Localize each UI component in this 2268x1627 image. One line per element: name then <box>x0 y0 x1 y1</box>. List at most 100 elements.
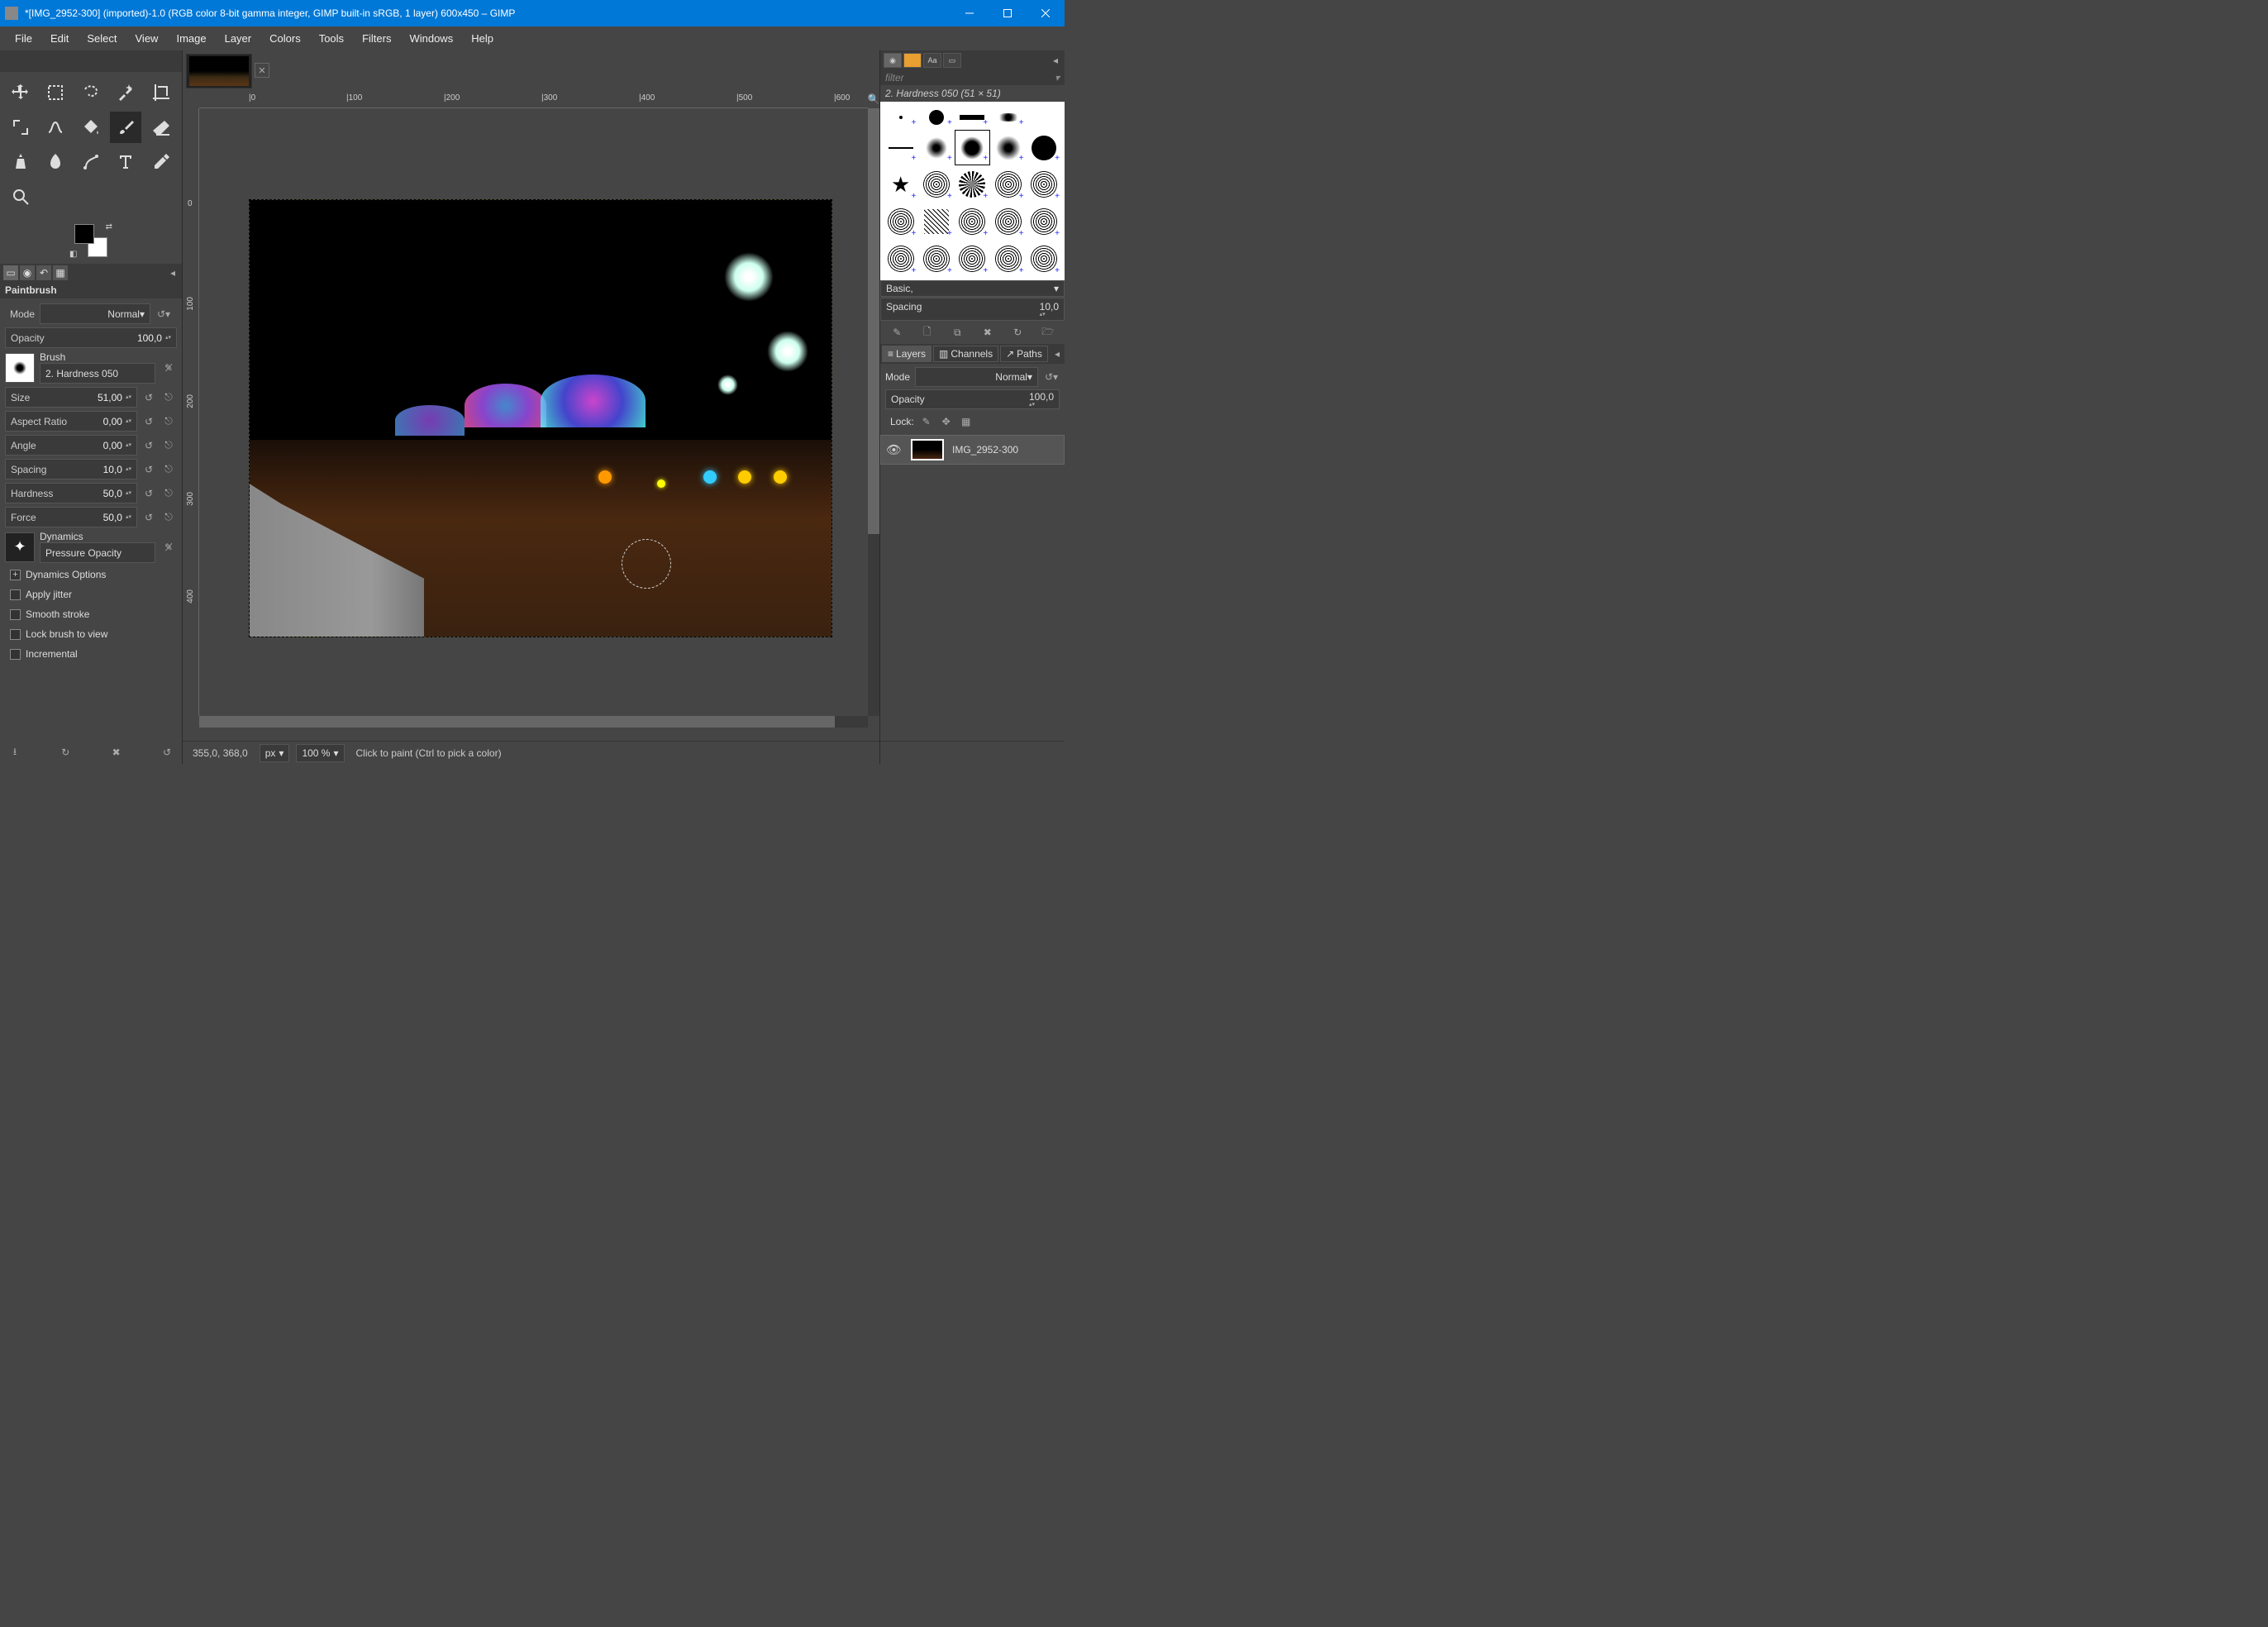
maximize-button[interactable] <box>989 0 1027 26</box>
menu-windows[interactable]: Windows <box>401 29 461 48</box>
size-link-icon[interactable]: ⎋ <box>160 389 177 406</box>
unit-select[interactable]: px▾ <box>260 744 290 762</box>
close-tab-icon[interactable]: ✕ <box>255 63 269 78</box>
brush-refresh-icon[interactable]: ↻ <box>1009 324 1026 341</box>
spacing-slider[interactable]: Spacing 10,0▴▾ <box>5 459 137 480</box>
tool-options-tab[interactable]: ▭ <box>3 265 18 280</box>
brushes-tab-menu-icon[interactable]: ◂ <box>1050 55 1061 66</box>
dynamics-edit-icon[interactable]: ✎̸ <box>160 539 177 556</box>
zoom-tool[interactable] <box>5 181 36 212</box>
hardness-slider[interactable]: Hardness 50,0▴▾ <box>5 483 137 503</box>
brush-new-icon[interactable]: 🗋 <box>919 324 936 341</box>
force-slider[interactable]: Force 50,0▴▾ <box>5 507 137 527</box>
brush-item[interactable]: + <box>991 131 1025 165</box>
force-reset-icon[interactable]: ↺ <box>141 509 157 526</box>
brush-item[interactable]: ★+ <box>884 166 917 202</box>
menu-view[interactable]: View <box>127 29 167 48</box>
default-colors-icon[interactable]: ◧ <box>69 250 77 259</box>
brush-item[interactable]: + <box>919 204 953 240</box>
brush-item[interactable]: + <box>884 131 917 165</box>
brush-item[interactable]: + <box>1027 131 1061 165</box>
text-tool[interactable] <box>110 146 141 178</box>
dynamics-options-expander[interactable]: Dynamics Options <box>5 566 177 583</box>
close-button[interactable] <box>1027 0 1065 26</box>
paintbrush-tool[interactable] <box>110 112 141 143</box>
menu-edit[interactable]: Edit <box>42 29 77 48</box>
zoom-fit-icon[interactable]: 🔍 <box>868 93 879 105</box>
brush-preset-select[interactable]: Basic,▾ <box>880 280 1065 297</box>
mode-select[interactable]: Normal▾ <box>40 303 150 324</box>
history-tab[interactable]: ▭ <box>943 53 961 68</box>
restore-preset-icon[interactable]: ↻ <box>57 744 74 761</box>
clone-tool[interactable] <box>5 146 36 178</box>
menu-colors[interactable]: Colors <box>261 29 309 48</box>
brush-item[interactable]: + <box>1027 204 1061 240</box>
dynamics-select[interactable]: Pressure Opacity <box>40 542 155 563</box>
paths-tab[interactable]: ↗Paths <box>1000 346 1048 362</box>
brush-item[interactable]: + <box>955 166 989 202</box>
horizontal-ruler[interactable]: |0 |100 |200 |300 |400 |500 |600 <box>199 92 868 108</box>
lock-pixels-icon[interactable]: ✎ <box>919 414 934 429</box>
brush-item[interactable]: + <box>991 166 1025 202</box>
fonts-tab[interactable]: Aa <box>923 53 941 68</box>
menu-file[interactable]: File <box>7 29 40 48</box>
brush-item[interactable]: + <box>991 241 1025 277</box>
fuzzy-select-tool[interactable] <box>110 77 141 108</box>
incremental-checkbox[interactable]: Incremental <box>5 646 177 662</box>
layer-thumbnail[interactable] <box>911 439 944 460</box>
brush-select[interactable]: 2. Hardness 050 <box>40 363 155 384</box>
menu-help[interactable]: Help <box>463 29 502 48</box>
brush-item[interactable]: + <box>955 204 989 240</box>
brush-item[interactable]: + <box>1027 166 1061 202</box>
brush-edit-icon[interactable]: ✎ <box>889 324 905 341</box>
brush-filter[interactable]: filter▾ <box>880 70 1065 85</box>
channels-tab[interactable]: ▥Channels <box>933 346 998 362</box>
brush-preview[interactable] <box>5 353 35 383</box>
mode-reset-icon[interactable]: ↺▾ <box>155 306 172 322</box>
document-tab[interactable]: ✕ <box>186 54 252 88</box>
swap-colors-icon[interactable]: ⇄ <box>106 222 112 231</box>
reset-preset-icon[interactable]: ↺ <box>159 744 175 761</box>
brush-item[interactable]: + <box>919 131 953 165</box>
tab-menu-icon[interactable]: ◂ <box>167 267 179 279</box>
minimize-button[interactable] <box>951 0 989 26</box>
free-select-tool[interactable] <box>75 77 107 108</box>
brush-item[interactable] <box>1027 105 1061 129</box>
apply-jitter-checkbox[interactable]: Apply jitter <box>5 586 177 603</box>
hardness-link-icon[interactable]: ⎋ <box>160 485 177 502</box>
brush-item[interactable]: + <box>884 204 917 240</box>
crop-tool[interactable] <box>145 77 177 108</box>
brush-item[interactable]: + <box>991 204 1025 240</box>
brush-item[interactable]: + <box>1027 241 1061 277</box>
brush-item[interactable]: + <box>991 105 1025 129</box>
brush-spacing-slider[interactable]: Spacing 10,0▴▾ <box>880 298 1065 321</box>
device-status-tab[interactable]: ◉ <box>20 265 35 280</box>
move-tool[interactable] <box>5 77 36 108</box>
lock-position-icon[interactable]: ✥ <box>939 414 954 429</box>
size-reset-icon[interactable]: ↺ <box>141 389 157 406</box>
spacing-link-icon[interactable]: ⎋ <box>160 461 177 478</box>
angle-link-icon[interactable]: ⎋ <box>160 437 177 454</box>
layers-tab-menu-icon[interactable]: ◂ <box>1051 348 1063 360</box>
transform-tool[interactable] <box>5 112 36 143</box>
menu-select[interactable]: Select <box>79 29 125 48</box>
menu-image[interactable]: Image <box>168 29 214 48</box>
brush-item[interactable]: + <box>884 241 917 277</box>
smudge-tool[interactable] <box>40 146 71 178</box>
brush-item[interactable]: + <box>919 105 953 129</box>
bucket-fill-tool[interactable] <box>75 112 107 143</box>
vertical-ruler[interactable]: 0 100 200 300 400 <box>183 108 199 716</box>
save-preset-icon[interactable]: ⭳ <box>7 744 23 761</box>
menu-filters[interactable]: Filters <box>354 29 399 48</box>
aspect-link-icon[interactable]: ⎋ <box>160 413 177 430</box>
hardness-reset-icon[interactable]: ↺ <box>141 485 157 502</box>
visibility-icon[interactable]: 👁 <box>886 442 903 457</box>
brush-item[interactable]: + <box>884 105 917 129</box>
lock-alpha-icon[interactable]: ▦ <box>959 414 974 429</box>
aspect-slider[interactable]: Aspect Ratio 0,00▴▾ <box>5 411 137 432</box>
dynamics-preview[interactable]: ✦ <box>5 532 35 562</box>
rect-select-tool[interactable] <box>40 77 71 108</box>
brush-item[interactable]: + <box>919 241 953 277</box>
vertical-scrollbar[interactable] <box>868 108 879 716</box>
foreground-color[interactable] <box>74 224 94 244</box>
